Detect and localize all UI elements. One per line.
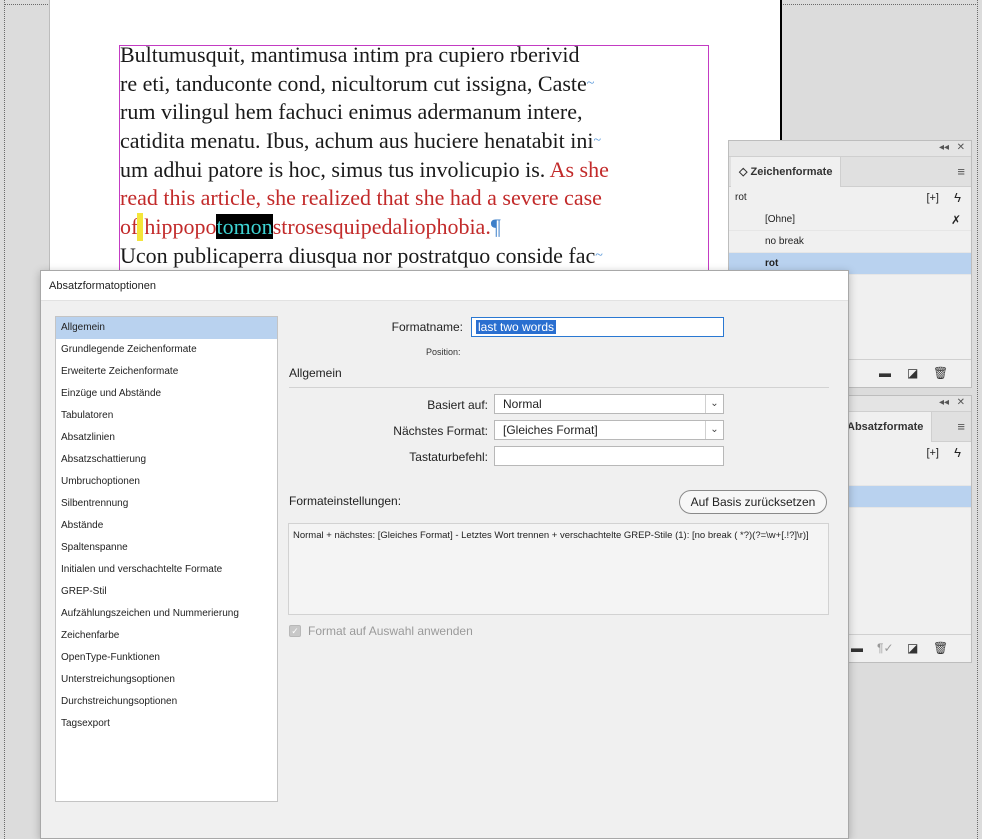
panel-menu-icon[interactable]: ≡: [957, 419, 965, 434]
text-line: rum vilingul hem fachuci enimus adermanu…: [120, 99, 583, 125]
close-panel-icon[interactable]: ✕: [957, 397, 965, 408]
panel-tab-row: ◇ Zeichenformate ≡: [729, 157, 971, 187]
text-line: catidita menatu. Ibus, achum aus huciere…: [120, 128, 602, 154]
new-style-group-icon[interactable]: [+]: [926, 442, 939, 464]
category-item[interactable]: Absatzschattierung: [56, 449, 277, 471]
based-on-select[interactable]: Normal ⌄: [494, 394, 724, 414]
panel-tab-row: Absatzformate ≡: [841, 412, 971, 442]
apply-to-selection-checkbox[interactable]: ✓: [289, 625, 301, 637]
panel-topbar: ◂◂ ✕: [729, 141, 971, 157]
tab-absatzformate[interactable]: Absatzformate: [841, 412, 933, 442]
category-item[interactable]: Erweiterte Zeichenformate: [56, 361, 277, 383]
shortcut-input[interactable]: [494, 446, 724, 466]
category-item[interactable]: Spaltenspanne: [56, 537, 277, 559]
text-line: Bultumusquit, mantimusa intim pra cupier…: [120, 42, 580, 67]
collapse-panel-icon[interactable]: ◂◂: [939, 142, 949, 153]
close-panel-icon[interactable]: ✕: [957, 142, 965, 153]
new-style-icon[interactable]: ◪: [907, 641, 918, 655]
folder-icon[interactable]: ▬: [879, 366, 891, 380]
current-style-name: rot: [735, 192, 747, 203]
trash-icon[interactable]: 🗑: [933, 641, 948, 655]
style-item-no-break[interactable]: no break: [729, 231, 971, 253]
text-line: Ucon publicaperra diusqua nor postratquo…: [120, 242, 603, 268]
style-settings-text: Normal + nächstes: [Gleiches Format] - L…: [288, 523, 829, 615]
next-style-label: Nächstes Format:: [393, 424, 488, 438]
pilcrow-icon: ¶: [490, 214, 501, 240]
position-label: Position:: [426, 347, 461, 357]
category-item[interactable]: Tabulatoren: [56, 405, 277, 427]
based-on-label: Basiert auf:: [427, 398, 488, 412]
category-list[interactable]: Allgemein Grundlegende Zeichenformate Er…: [55, 316, 278, 802]
style-item[interactable]: [841, 464, 971, 486]
hyphen-marker: ~: [595, 247, 603, 263]
category-item[interactable]: OpenType-Funktionen: [56, 647, 277, 669]
apply-to-selection-label: Format auf Auswahl anwenden: [308, 624, 473, 638]
panel-menu-icon[interactable]: ≡: [957, 164, 965, 179]
category-item[interactable]: Abstände: [56, 515, 277, 537]
diamond-icon: ◇: [739, 166, 748, 178]
lightning-icon[interactable]: ϟ: [954, 187, 961, 209]
paragraph-style-options-dialog: Absatzformatoptionen Allgemein Grundlege…: [40, 270, 849, 839]
reset-to-base-button[interactable]: Auf Basis zurücksetzen: [679, 490, 827, 514]
category-item[interactable]: GREP-Stil: [56, 581, 277, 603]
hyphen-marker: ~: [593, 133, 602, 149]
shortcut-label: Tastaturbefehl:: [409, 450, 488, 464]
text-cursor-highlight: [137, 213, 144, 242]
new-style-group-icon[interactable]: [+]: [926, 187, 939, 209]
style-item-ohne[interactable]: [Ohne] ✗: [729, 209, 971, 231]
page-edge-line: [780, 0, 782, 148]
section-title-general: Allgemein: [289, 366, 342, 380]
hyphen-marker: ~: [586, 75, 595, 91]
paragraph-styles-panel[interactable]: ◂◂ ✕ Absatzformate ≡ [+] ϟ ▬ ¶✓ ◪ 🗑: [840, 395, 972, 663]
category-item[interactable]: Umbruchoptionen: [56, 471, 277, 493]
settings-label: Formateinstellungen:: [289, 494, 402, 508]
formatname-label: Formatname:: [391, 320, 463, 334]
chevron-down-icon: ⌄: [705, 395, 723, 413]
folder-icon[interactable]: ▬: [851, 641, 863, 655]
chevron-down-icon: ⌄: [705, 421, 723, 439]
text-line: um adhui patore is hoc, simus tus involi…: [120, 156, 609, 182]
text-line: re eti, tanduconte cond, nicultorum cut …: [120, 70, 595, 96]
dialog-title[interactable]: Absatzformatoptionen: [41, 271, 848, 301]
formatname-input[interactable]: last two words: [471, 317, 724, 337]
category-item[interactable]: Tagsexport: [56, 713, 277, 735]
red-styled-text: As she: [549, 156, 609, 182]
section-divider: [289, 387, 829, 388]
next-style-select[interactable]: [Gleiches Format] ⌄: [494, 420, 724, 440]
lightning-icon[interactable]: ϟ: [954, 442, 961, 464]
selected-text[interactable]: tomon: [216, 214, 273, 240]
panel-footer: ▬ ¶✓ ◪ 🗑: [841, 634, 971, 662]
category-item[interactable]: Allgemein: [56, 317, 277, 339]
clear-override-icon[interactable]: ✗: [951, 209, 961, 231]
trash-icon[interactable]: 🗑: [933, 366, 948, 380]
tab-zeichenformate[interactable]: ◇ Zeichenformate: [731, 157, 842, 187]
category-item[interactable]: Einzüge und Abstände: [56, 383, 277, 405]
category-item[interactable]: Aufzählungszeichen und Nummerierung: [56, 603, 277, 625]
category-item[interactable]: Absatzlinien: [56, 427, 277, 449]
current-style-row: rot [+] ϟ: [729, 187, 971, 209]
category-item[interactable]: Initialen und verschachtelte Formate: [56, 559, 277, 581]
document-text[interactable]: Bultumusquit, mantimusa intim pra cupier…: [120, 41, 680, 271]
category-item[interactable]: Zeichenfarbe: [56, 625, 277, 647]
clear-overrides-icon[interactable]: ¶✓: [877, 641, 894, 655]
red-styled-text: read this article, she realized that she…: [120, 185, 602, 211]
category-item[interactable]: Unterstreichungsoptionen: [56, 669, 277, 691]
style-item-selected[interactable]: [841, 486, 971, 508]
category-item[interactable]: Grundlegende Zeichenformate: [56, 339, 277, 361]
current-style-row: [+] ϟ: [841, 442, 971, 464]
category-item[interactable]: Silbentrennung: [56, 493, 277, 515]
new-style-icon[interactable]: ◪: [907, 366, 918, 380]
text-line: of hippopotomonstrosesquipedaliophobia.¶: [120, 213, 501, 242]
category-item[interactable]: Durchstreichungsoptionen: [56, 691, 277, 713]
panel-topbar: ◂◂ ✕: [841, 396, 971, 412]
collapse-panel-icon[interactable]: ◂◂: [939, 397, 949, 408]
